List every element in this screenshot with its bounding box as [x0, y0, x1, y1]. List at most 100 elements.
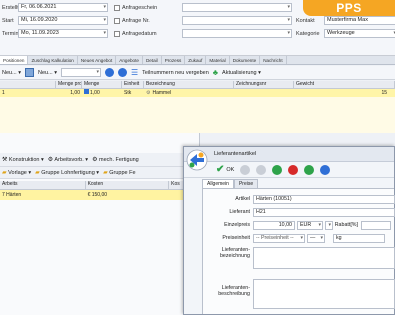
- people-icon[interactable]: ♣: [213, 68, 218, 77]
- table-row[interactable]: 1 1,00 1,00 Stk ⚙ Hammel 15: [0, 89, 395, 97]
- cell-cost: € 150,00: [87, 192, 108, 198]
- cell-unit: Stk: [124, 90, 132, 96]
- tab-bar: Positionen Zuschlag Kalkulation Neues An…: [0, 56, 395, 65]
- price-unit-select[interactable]: -- Preiseinheit -- ▾: [253, 233, 305, 243]
- ok-button[interactable]: ✔ OK: [216, 164, 234, 175]
- request-number-field[interactable]: ▾: [182, 16, 292, 25]
- field-label: Artikel: [235, 196, 250, 202]
- work-prep-button[interactable]: ⚙ Arbeitsvorb. ▾: [48, 156, 88, 163]
- dialog-title: Lieferantenartikel: [214, 151, 257, 157]
- created-date-field[interactable]: Fr, 06.06.2021 ▾: [18, 3, 108, 12]
- toolbar-select[interactable]: ▾: [60, 68, 101, 77]
- column-header[interactable]: Kosten: [86, 181, 170, 189]
- category-field[interactable]: Werkzeuge▾: [324, 29, 395, 38]
- weight-unit-field[interactable]: kg: [333, 233, 385, 243]
- contact-field[interactable]: Musterfirma Max: [324, 16, 395, 25]
- tab-prices[interactable]: Preise: [233, 179, 259, 188]
- folder-icon: ▰: [2, 170, 7, 176]
- field-label: Lieferanten-beschreibung: [218, 285, 250, 297]
- column-header[interactable]: Arbeits: [0, 181, 86, 189]
- tab-documents[interactable]: Dokumente: [230, 56, 261, 64]
- gear-icon: ⚙: [47, 157, 54, 163]
- arrow-right-icon[interactable]: [117, 68, 127, 77]
- renumber-button[interactable]: Teilnummern neu vergeben: [142, 70, 209, 76]
- app-logo-icon: [186, 149, 208, 171]
- column-header[interactable]: Bezeichnung: [144, 81, 234, 88]
- update-button[interactable]: Aktualisierung ▾: [222, 70, 261, 76]
- form-label: Anfrage Nr.: [122, 17, 150, 24]
- tab-new-offer[interactable]: Neues Angebot: [78, 56, 117, 64]
- column-header[interactable]: Zeichnungsnr: [234, 81, 294, 88]
- tab-surcharge[interactable]: Zuschlag Kalkulation: [28, 56, 78, 64]
- new-button[interactable]: Neu... ▾: [38, 70, 57, 76]
- tab-general[interactable]: Allgemein: [202, 179, 234, 188]
- wrench-icon: ⚒: [2, 157, 8, 163]
- pps-badge: PPS: [303, 0, 395, 16]
- template-button[interactable]: ▰ Vorlage ▾: [2, 169, 31, 176]
- currency-select[interactable]: EUR ▾: [297, 220, 323, 230]
- work-steps-toolbar-2: ▰ Vorlage ▾ ▰ Gruppe Lohnfertigung ▾ ▰ G…: [0, 167, 199, 179]
- column-header[interactable]: Einheit: [122, 81, 144, 88]
- cell-qty-per: 1,00: [70, 90, 80, 96]
- table-row[interactable]: 7 Härten € 150,00: [0, 190, 199, 200]
- request-date-field[interactable]: ▾: [182, 29, 292, 38]
- new-doc-icon[interactable]: [24, 68, 34, 77]
- dialog-body: Artikel Härten (10051) Lieferant H21 Ein…: [202, 188, 395, 314]
- delete-icon[interactable]: [288, 164, 299, 175]
- field-label: Rabatt[%]: [334, 222, 358, 228]
- supplier-name-field[interactable]: [253, 247, 395, 269]
- form-label: Termin: [2, 30, 19, 37]
- construction-button[interactable]: ⚒ Konstruktion ▾: [2, 156, 44, 163]
- form-label: Kategorie: [296, 30, 320, 37]
- add-icon[interactable]: [272, 164, 283, 175]
- checkbox[interactable]: [114, 17, 120, 24]
- form-row-termin: Termin Mo, 11.09.2023 ▾ Anfragedatum ▾ Ka…: [2, 28, 395, 39]
- info-icon[interactable]: [320, 164, 331, 175]
- supplier-description-field[interactable]: [253, 279, 395, 309]
- list-icon[interactable]: ☰: [131, 68, 138, 77]
- forward-icon[interactable]: [256, 164, 267, 175]
- form-row-start: Start Mi, 16.09.2020 ▾ Anfrage Nr. ▾ Kont…: [2, 15, 395, 26]
- tab-positions[interactable]: Positionen: [0, 56, 29, 64]
- tab-material[interactable]: Material: [206, 56, 230, 64]
- folder-icon: ▰: [103, 170, 108, 176]
- discount-field[interactable]: [361, 220, 391, 230]
- tab-message[interactable]: Nachricht: [260, 56, 287, 64]
- arrow-left-icon[interactable]: [104, 68, 114, 77]
- checkbox[interactable]: [114, 4, 120, 11]
- tools-icon: ⚙: [92, 157, 98, 163]
- group-contract-button[interactable]: ▰ Gruppe Lohnfertigung ▾: [35, 169, 99, 176]
- menu-button[interactable]: Neu... ▾: [2, 70, 21, 76]
- column-header[interactable]: Menge pro: [56, 81, 82, 88]
- field-label: Einzelpreis: [224, 222, 250, 228]
- column-header[interactable]: Gewicht: [294, 81, 395, 88]
- unit-price-field[interactable]: 10,00: [253, 220, 295, 230]
- dialog-titlebar[interactable]: Lieferantenartikel: [184, 147, 394, 162]
- back-icon[interactable]: [240, 164, 251, 175]
- deadline-date-field[interactable]: Mo, 11.09.2023 ▾: [18, 29, 108, 38]
- tab-process[interactable]: Prozess: [162, 56, 186, 64]
- currency-extra[interactable]: ▾: [325, 220, 333, 230]
- mech-fab-button[interactable]: ⚙ mech. Fertigung: [92, 156, 139, 163]
- group-fe-button[interactable]: ▰ Gruppe Fe: [103, 169, 135, 176]
- supplier-field[interactable]: H21: [253, 207, 395, 217]
- supplier-row: Lieferant H21: [203, 207, 395, 217]
- column-header[interactable]: [0, 81, 56, 88]
- column-header[interactable]: Menge: [82, 81, 122, 88]
- part-icon: ⚙: [146, 90, 151, 96]
- field-label: Lieferant: [229, 209, 250, 215]
- tab-detail[interactable]: Detail: [143, 56, 162, 64]
- price-unit-extra[interactable]: — ▾: [307, 233, 325, 243]
- price-unit-row: Preiseinheit -- Preiseinheit -- ▾ — ▾ kg: [203, 233, 385, 243]
- form-label: Anfrageschein: [122, 4, 158, 11]
- checkmark-icon: ✔: [216, 164, 225, 175]
- article-row: Artikel Härten (10051): [203, 194, 395, 204]
- tab-offers[interactable]: Angebote: [116, 56, 143, 64]
- article-field[interactable]: Härten (10051): [253, 194, 395, 204]
- folder-icon: ▰: [35, 170, 40, 176]
- start-date-field[interactable]: Mi, 16.09.2020 ▾: [18, 16, 108, 25]
- checkbox[interactable]: [114, 30, 120, 37]
- refresh-icon[interactable]: [304, 164, 315, 175]
- tab-purchase[interactable]: Zukauf: [185, 56, 207, 64]
- request-field[interactable]: ▾: [182, 3, 292, 12]
